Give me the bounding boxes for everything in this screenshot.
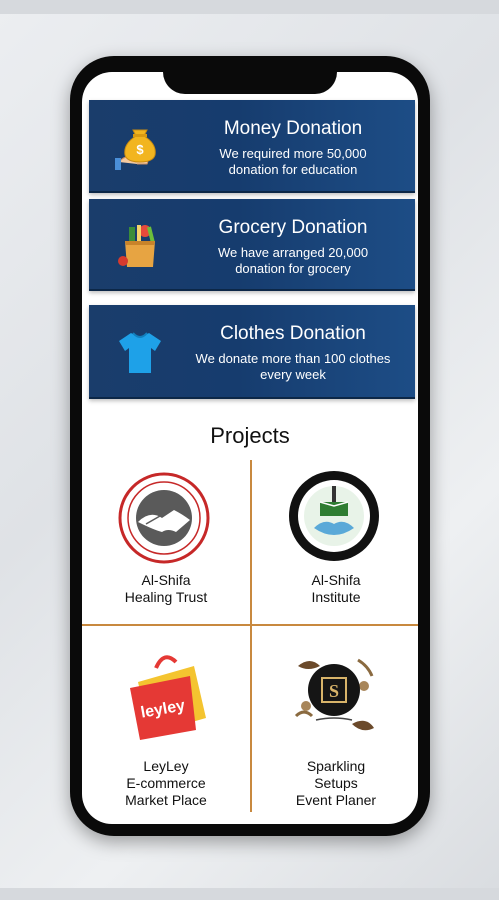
card-title: Clothes Donation [220,323,366,344]
tshirt-icon [115,327,165,377]
phone-notch [163,56,337,94]
project-label: Sparkling Setups Event Planer [295,758,377,808]
card-description: We have arranged 20,000 donation for gro… [217,245,369,276]
project-tile-institute[interactable]: Al-Shifa Institute [252,462,418,622]
svg-text:S: S [329,681,339,701]
money-donation-card[interactable]: $ Money Donation We required more 50,000… [89,100,415,193]
app-screen: $ Money Donation We required more 50,000… [82,72,418,824]
grocery-donation-card[interactable]: Grocery Donation We have arranged 20,000… [89,199,415,291]
institute-seal-logo [286,468,382,564]
background-top-strip [0,0,499,14]
project-label: Al-Shifa Institute [311,572,361,605]
background-bottom-strip [0,888,499,900]
shopping-bag-logo: leyley [116,648,212,744]
project-tile-leyley[interactable]: leyley LeyLey E-commerce Market Place [82,628,250,814]
card-title: Grocery Donation [218,217,368,238]
card-description: We donate more than 100 clothes every we… [195,351,391,382]
project-label: Al-Shifa Healing Trust [124,572,208,605]
project-tile-sparkling[interactable]: S Sparkling Setups Event Planer [252,628,418,814]
project-tile-healing-trust[interactable]: Al-Shifa Healing Trust [82,462,250,622]
project-label: LeyLey E-commerce Market Place [125,758,207,808]
sparkling-floral-logo: S [286,646,382,742]
money-bag-icon: $ [115,122,165,172]
svg-text:$: $ [136,142,144,157]
clothes-donation-card[interactable]: Clothes Donation We donate more than 100… [89,305,415,399]
projects-heading: Projects [210,423,290,448]
card-title: Money Donation [223,118,363,139]
grocery-bag-icon [115,221,165,271]
card-description: We required more 50,000 donation for edu… [219,146,367,177]
handshake-seal-logo [116,470,212,566]
grid-divider-horizontal [82,624,418,626]
